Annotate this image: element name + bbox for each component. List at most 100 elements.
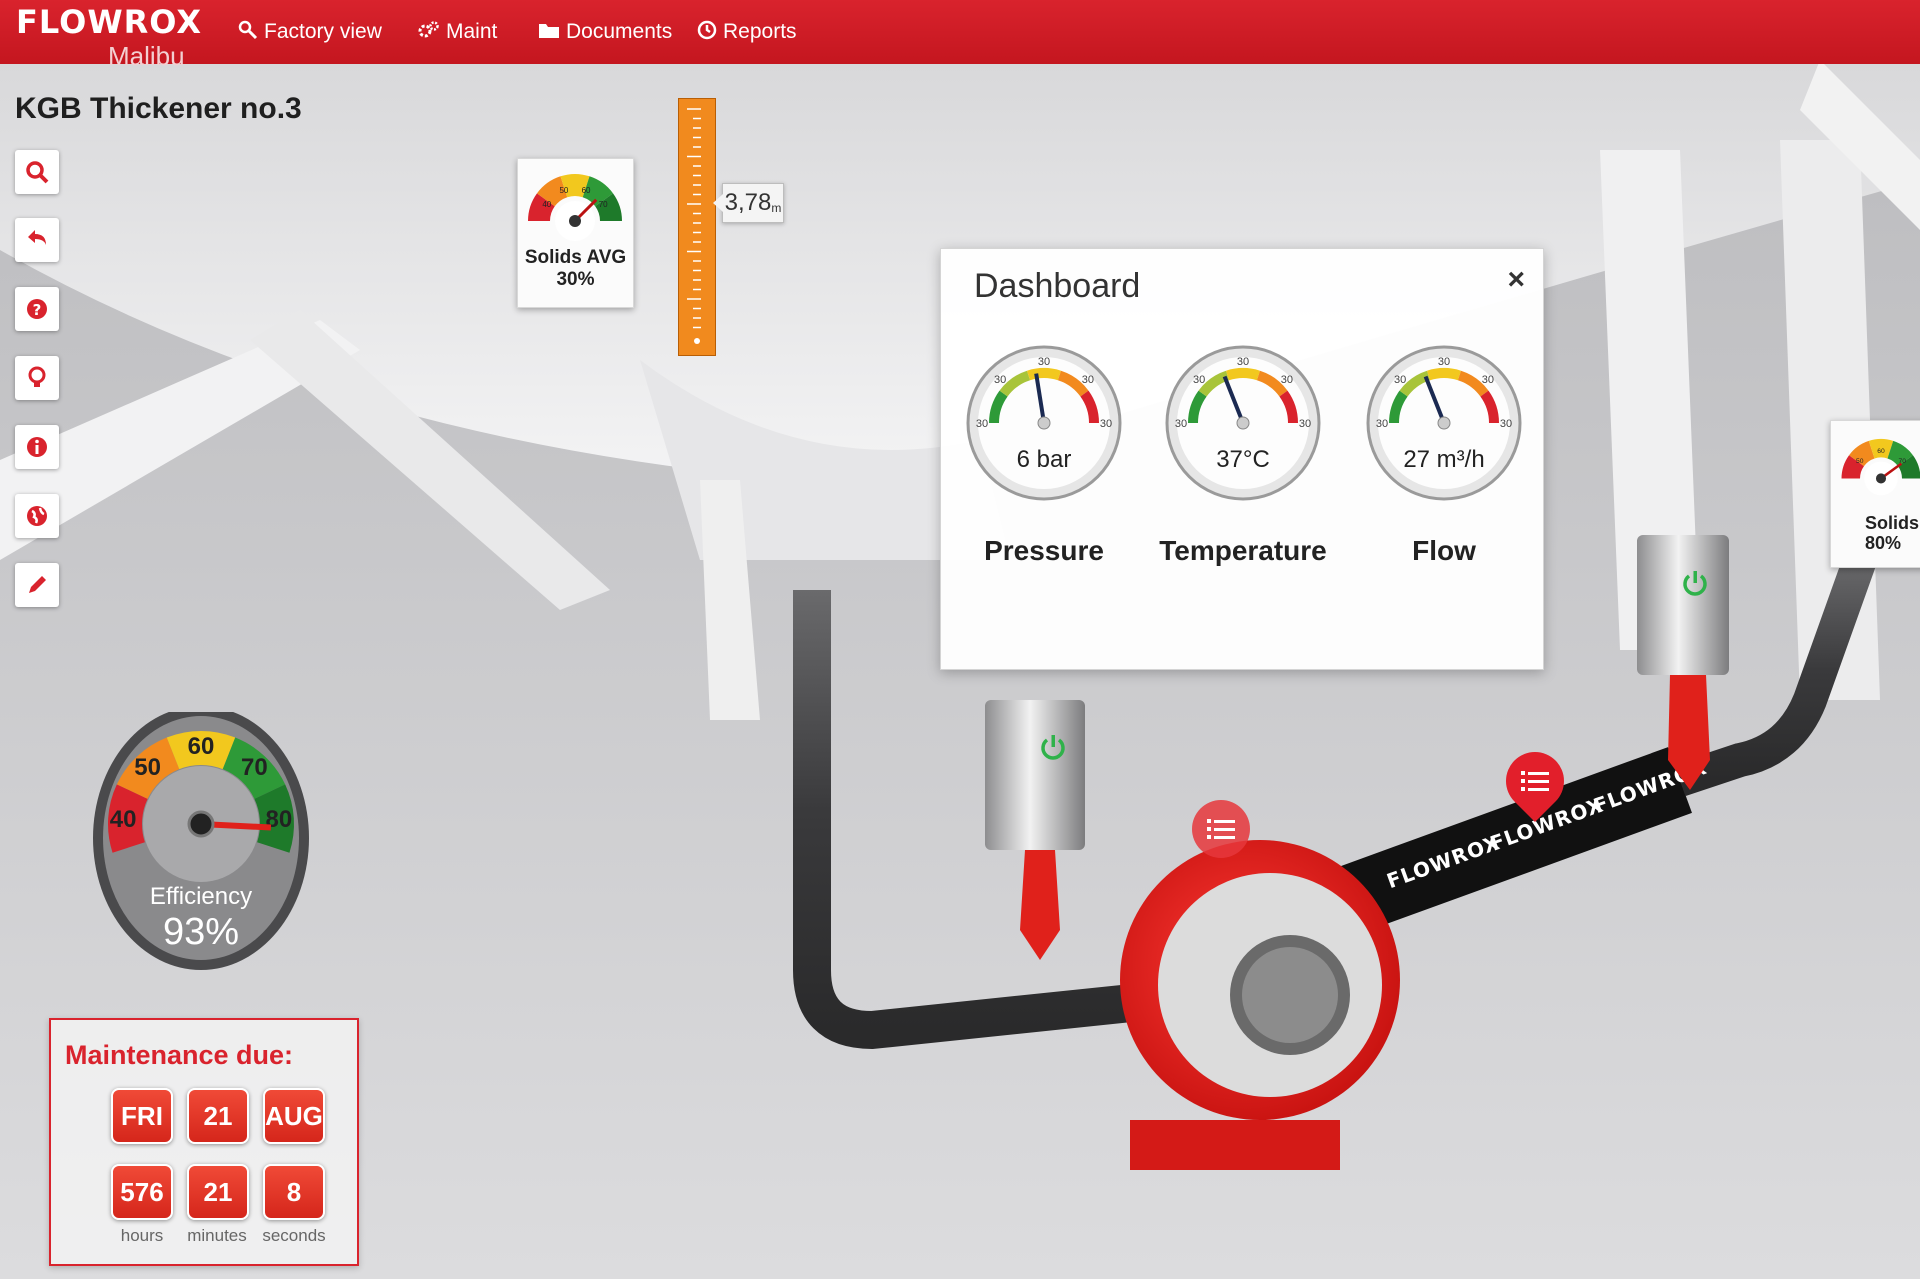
solids-avg-pivot bbox=[569, 215, 581, 227]
list-icon bbox=[1521, 771, 1549, 791]
globe-icon bbox=[27, 506, 47, 526]
cogs-icon bbox=[418, 20, 440, 45]
dial-tick-label: 30 bbox=[1376, 418, 1388, 430]
dial-tick-label: 30 bbox=[1193, 374, 1205, 386]
solids-pivot bbox=[1875, 473, 1887, 484]
nav-reports-label: Reports bbox=[723, 20, 797, 43]
dial-pivot bbox=[1236, 416, 1250, 430]
nav-reports[interactable]: Reports bbox=[697, 12, 797, 52]
solids-label: Solids bbox=[1865, 513, 1920, 533]
maintenance-seconds: 8 bbox=[263, 1164, 325, 1220]
dial-tick-label: 30 bbox=[1500, 418, 1512, 430]
info-tool-button[interactable] bbox=[15, 425, 59, 469]
dial-tick-label: 30 bbox=[1237, 356, 1249, 368]
flow-gauge: 30 30 30 30 30 27 m³/h bbox=[1366, 345, 1522, 501]
dial-tick-label: 30 bbox=[1482, 374, 1494, 386]
help-icon: ? bbox=[27, 299, 47, 319]
solids-tick-label: 50 bbox=[1856, 458, 1864, 465]
valve-power-icon-right[interactable] bbox=[1680, 568, 1710, 598]
efficiency-value: 93% bbox=[163, 911, 239, 953]
maintenance-title: Maintenance due: bbox=[65, 1040, 294, 1070]
pressure-label: Pressure bbox=[984, 535, 1104, 566]
svg-text:?: ? bbox=[33, 301, 42, 319]
efficiency-tick-label: 40 bbox=[110, 806, 137, 833]
solids-value: 80% bbox=[1865, 533, 1902, 553]
level-readout-unit: m bbox=[771, 201, 782, 215]
nav-documents[interactable]: Documents bbox=[538, 12, 672, 52]
nav-documents-label: Documents bbox=[566, 20, 673, 43]
top-navbar: FLOWROX Malibu Factory view Maint Docume… bbox=[0, 0, 1920, 70]
info-icon bbox=[27, 437, 47, 457]
solids-avg-tick-label: 70 bbox=[599, 200, 608, 209]
dashboard-title: Dashboard bbox=[974, 267, 1141, 305]
site-name: Malibu bbox=[108, 41, 185, 71]
seconds-label: seconds bbox=[262, 1226, 326, 1245]
dial-tick-label: 30 bbox=[1394, 374, 1406, 386]
nav-factory-view[interactable]: Factory view bbox=[238, 12, 382, 52]
undo-icon bbox=[28, 230, 46, 245]
edit-tool-button[interactable] bbox=[15, 563, 59, 607]
dial-tick-label: 30 bbox=[1175, 418, 1187, 430]
help-tool-button[interactable]: ? bbox=[15, 287, 59, 331]
solids-band bbox=[1897, 455, 1920, 480]
level-ruler-scale bbox=[687, 108, 701, 344]
hours-label: hours bbox=[120, 1226, 164, 1245]
solids-tick-label: 60 bbox=[1877, 448, 1885, 455]
pump-list-marker[interactable] bbox=[1192, 800, 1250, 858]
solids-avg-tick-label: 40 bbox=[542, 200, 551, 209]
level-ruler[interactable] bbox=[678, 98, 716, 356]
dial-value: 6 bar bbox=[1017, 446, 1072, 473]
dial-value: 27 m³/h bbox=[1403, 446, 1484, 473]
efficiency-gauge-widget[interactable]: 40 50 60 70 80 Efficiency 93% bbox=[90, 706, 312, 980]
solids-avg-tick-label: 60 bbox=[582, 186, 591, 195]
maintenance-due-panel: Maintenance due: FRI 21 AUG 576 21 8 hou… bbox=[49, 1018, 359, 1266]
undo-tool-button[interactable] bbox=[15, 218, 59, 262]
efficiency-label: Efficiency bbox=[150, 883, 252, 910]
lightbulb-tool-button[interactable] bbox=[15, 356, 59, 400]
dial-tick-label: 30 bbox=[1038, 356, 1050, 368]
efficiency-tick-label: 70 bbox=[241, 754, 268, 781]
maintenance-minutes: 21 bbox=[187, 1164, 249, 1220]
dial-value: 37°C bbox=[1216, 446, 1270, 473]
efficiency-gauge: 4050607080Efficiency93% bbox=[93, 706, 309, 970]
dial-band bbox=[1427, 368, 1461, 381]
dashboard-popup: Dashboard × 30 30 30 30 30 6 bar 30 30 30 30 30 37… bbox=[940, 248, 1544, 670]
dial-tick-label: 30 bbox=[1438, 356, 1450, 368]
solids-gauge-card[interactable]: 50 60 70 Solids 80% bbox=[1830, 420, 1920, 568]
maintenance-month: AUG bbox=[263, 1088, 325, 1144]
brand-logo[interactable]: FLOWROX Malibu bbox=[16, 3, 202, 70]
dial-band bbox=[1226, 368, 1260, 381]
minutes-label: minutes bbox=[187, 1226, 247, 1245]
flow-label: Flow bbox=[1412, 535, 1476, 566]
solids-avg-gauge-card[interactable]: 40 50 60 70 Solids AVG 30% bbox=[517, 158, 634, 308]
nav-maint-label: Maint bbox=[446, 20, 498, 43]
efficiency-tick-label: 60 bbox=[188, 733, 215, 760]
dial-tick-label: 30 bbox=[1281, 374, 1293, 386]
maintenance-day: FRI bbox=[111, 1088, 173, 1144]
maintenance-date: 21 bbox=[187, 1088, 249, 1144]
brand-name: FLOWROX bbox=[16, 3, 202, 41]
page-title: KGB Thickener no.3 bbox=[15, 92, 302, 125]
list-icon bbox=[1207, 819, 1235, 839]
efficiency-tick-label: 50 bbox=[134, 754, 161, 781]
solids-avg-value: 30% bbox=[556, 269, 595, 290]
dial-pivot bbox=[1437, 416, 1451, 430]
search-tool-button[interactable] bbox=[15, 150, 59, 194]
search-wrench-icon bbox=[238, 20, 258, 45]
solids-avg-label: Solids AVG bbox=[524, 247, 627, 268]
dial-tick-label: 30 bbox=[1100, 418, 1112, 430]
dial-tick-label: 30 bbox=[976, 418, 988, 430]
folder-icon bbox=[538, 21, 560, 44]
close-icon[interactable]: × bbox=[1507, 263, 1525, 297]
valve-power-icon[interactable] bbox=[1038, 732, 1068, 762]
pressure-gauge: 30 30 30 30 30 6 bar bbox=[966, 345, 1122, 501]
maintenance-hours: 576 bbox=[111, 1164, 173, 1220]
temperature-label: Temperature bbox=[1159, 535, 1327, 566]
search-icon bbox=[26, 161, 49, 184]
nav-maint[interactable]: Maint bbox=[418, 12, 497, 52]
clock-icon bbox=[697, 20, 717, 45]
dial-band bbox=[1027, 368, 1061, 381]
globe-tool-button[interactable] bbox=[15, 494, 59, 538]
efficiency-pivot bbox=[187, 810, 215, 838]
nav-factory-view-label: Factory view bbox=[264, 20, 382, 43]
